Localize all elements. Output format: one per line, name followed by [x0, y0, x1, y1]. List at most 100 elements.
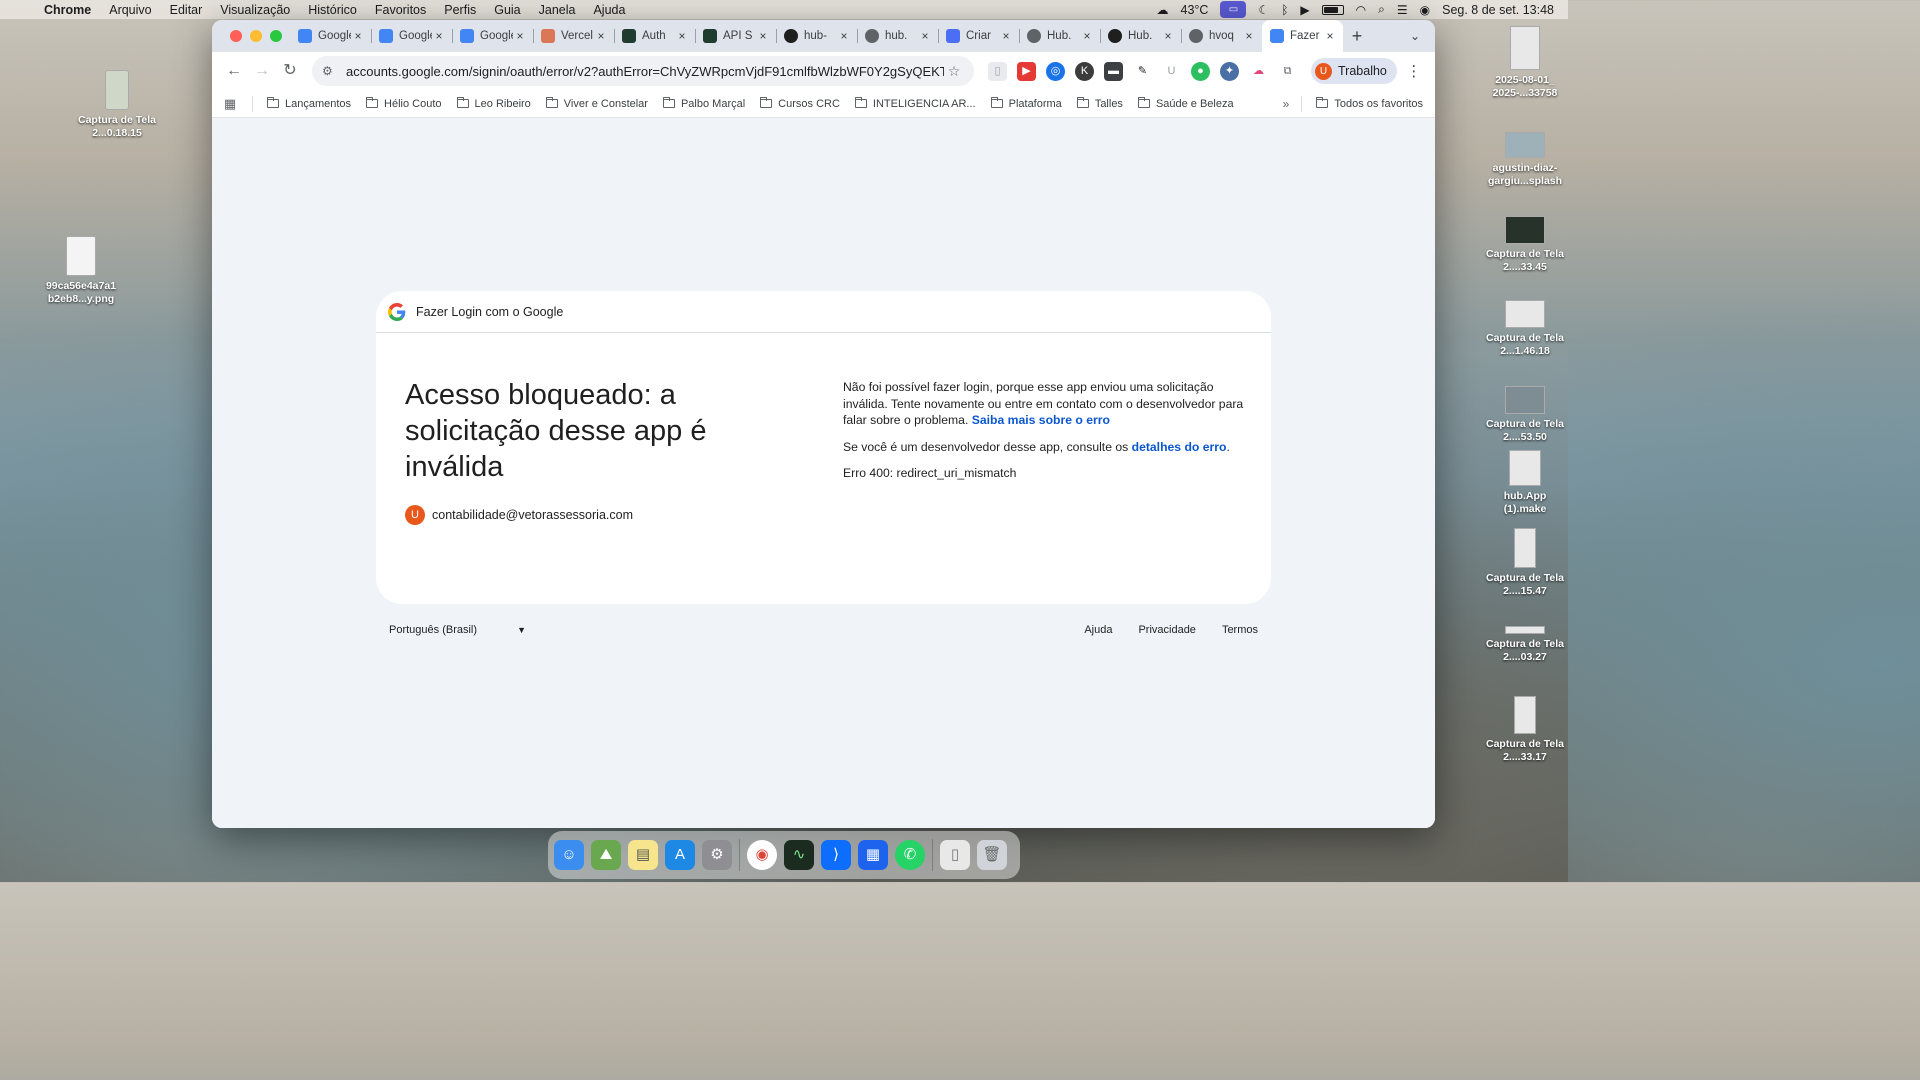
bookmark-star-icon[interactable]: ☆: [944, 63, 964, 80]
bookmark-folder[interactable]: Plataforma: [990, 97, 1062, 110]
close-tab-icon[interactable]: ×: [1080, 29, 1094, 43]
activity-monitor-icon[interactable]: ∿: [784, 840, 814, 870]
bookmark-folder[interactable]: Viver e Constelar: [545, 97, 648, 110]
desktop-file[interactable]: Captura de Tela 2....15.47: [1482, 528, 1568, 598]
bookmark-folder[interactable]: Leo Ribeiro: [456, 97, 531, 110]
extension-u-icon[interactable]: U: [1162, 61, 1181, 81]
back-button[interactable]: ←: [220, 57, 248, 85]
close-tab-icon[interactable]: ×: [1323, 29, 1337, 43]
footer-link-help[interactable]: Ajuda: [1084, 624, 1112, 636]
site-info-icon[interactable]: ⚙: [322, 64, 338, 78]
browser-tab[interactable]: API S ×: [695, 20, 776, 52]
close-tab-icon[interactable]: ×: [1242, 29, 1256, 43]
wifi-icon[interactable]: ◠: [1356, 3, 1366, 17]
footer-link-privacy[interactable]: Privacidade: [1138, 624, 1195, 636]
extension-terminal-icon[interactable]: ▬: [1104, 61, 1123, 81]
browser-tab[interactable]: hub. ×: [857, 20, 938, 52]
forward-button[interactable]: →: [248, 57, 276, 85]
error-details-link[interactable]: detalhes do erro: [1132, 440, 1227, 454]
minimize-window-button[interactable]: [250, 30, 262, 42]
browser-tab[interactable]: Criar ×: [938, 20, 1019, 52]
browser-tab[interactable]: Fazer ×: [1262, 20, 1343, 52]
all-bookmarks-button[interactable]: Todos os favoritos: [1316, 97, 1423, 110]
bluetooth-icon[interactable]: ᛒ: [1281, 3, 1288, 17]
browser-tab[interactable]: Hub. ×: [1019, 20, 1100, 52]
new-tab-button[interactable]: +: [1343, 26, 1371, 47]
trash-icon[interactable]: 🗑: [977, 840, 1007, 870]
desktop-file[interactable]: Captura de Tela 2....33.17: [1482, 696, 1568, 764]
stage-manager-icon[interactable]: ▭: [1220, 1, 1247, 18]
browser-tab[interactable]: Hub. ×: [1100, 20, 1181, 52]
whatsapp-icon[interactable]: ✆: [895, 840, 925, 870]
close-window-button[interactable]: [230, 30, 242, 42]
desktop-file[interactable]: Captura de Tela 2...0.18.15: [74, 70, 160, 140]
menu-ajuda[interactable]: Ajuda: [584, 3, 634, 17]
menu-favoritos[interactable]: Favoritos: [366, 3, 435, 17]
url-text[interactable]: accounts.google.com/signin/oauth/error/v…: [346, 64, 944, 79]
account-chip[interactable]: U contabilidade@vetorassessoria.com: [405, 505, 765, 525]
desktop-file[interactable]: Captura de Tela 2....33.45: [1482, 216, 1568, 274]
browser-tab[interactable]: Google×: [452, 20, 533, 52]
profile-button[interactable]: U Trabalho: [1311, 58, 1397, 84]
document-stack-icon[interactable]: ▯: [940, 840, 970, 870]
desktop-file[interactable]: Captura de Tela 2....53.50: [1482, 386, 1568, 444]
desktop-file[interactable]: Captura de Tela 2...1.46.18: [1482, 300, 1568, 358]
zoom-window-button[interactable]: [270, 30, 282, 42]
control-center-icon[interactable]: ☰: [1397, 3, 1408, 17]
browser-tab[interactable]: Google×: [371, 20, 452, 52]
desktop-file[interactable]: 2025-08-01_ 2025-...33758: [1482, 26, 1568, 100]
menu-editar[interactable]: Editar: [161, 3, 212, 17]
clock[interactable]: Seg. 8 de set. 13:48: [1442, 3, 1554, 17]
extension-youtube-icon[interactable]: ▶: [1017, 61, 1036, 81]
temperature[interactable]: 43°C: [1181, 3, 1209, 17]
bookmark-folder[interactable]: Cursos CRC: [760, 97, 840, 110]
language-select[interactable]: Português (Brasil) ▼: [376, 624, 526, 636]
close-tab-icon[interactable]: ×: [594, 29, 608, 43]
more-bookmarks-icon[interactable]: »: [1283, 97, 1290, 111]
browser-tab[interactable]: Google×: [290, 20, 371, 52]
apps-grid-icon[interactable]: ▦: [220, 96, 240, 112]
browser-tab[interactable]: Auth ×: [614, 20, 695, 52]
desktop-file[interactable]: 99ca56e4a7a1 b2eb8...y.png: [38, 236, 124, 306]
menu-historico[interactable]: Histórico: [299, 3, 366, 17]
learn-more-link[interactable]: Saiba mais sobre o erro: [972, 413, 1110, 427]
close-tab-icon[interactable]: ×: [918, 29, 932, 43]
bookmark-folder[interactable]: Lançamentos: [267, 97, 351, 110]
reload-button[interactable]: ↻: [276, 57, 304, 85]
play-icon[interactable]: ▶: [1300, 3, 1309, 17]
bookmark-folder[interactable]: INTELIGENCIA AR...: [854, 97, 976, 110]
menu-visualizacao[interactable]: Visualização: [211, 3, 299, 17]
system-settings-icon[interactable]: ⚙: [702, 840, 732, 870]
app-store-icon[interactable]: A: [665, 840, 695, 870]
desktop-file[interactable]: agustin-diaz- gargiu...splash: [1482, 132, 1568, 188]
bookmark-folder[interactable]: Palbo Marçal: [662, 97, 745, 110]
menu-arquivo[interactable]: Arquivo: [100, 3, 160, 17]
extension-k-icon[interactable]: K: [1075, 61, 1094, 81]
browser-tab[interactable]: Vercel ×: [533, 20, 614, 52]
docker-icon[interactable]: ▦: [858, 840, 888, 870]
weather-icon[interactable]: ☁: [1157, 3, 1169, 17]
focus-moon-icon[interactable]: ☾: [1258, 3, 1269, 17]
address-bar[interactable]: ⚙ accounts.google.com/signin/oauth/error…: [312, 56, 974, 86]
menu-guia[interactable]: Guia: [485, 3, 529, 17]
vscode-icon[interactable]: ⟩: [821, 840, 851, 870]
close-tab-icon[interactable]: ×: [513, 29, 527, 43]
bookmark-folder[interactable]: Saúde e Beleza: [1137, 97, 1234, 110]
menu-app-name[interactable]: Chrome: [44, 3, 100, 17]
bookmark-folder[interactable]: Hélio Couto: [366, 97, 442, 110]
browser-tab[interactable]: hub- ×: [776, 20, 857, 52]
siri-icon[interactable]: ◉: [1420, 3, 1430, 17]
battery-icon[interactable]: [1321, 4, 1344, 15]
extension-compass-icon[interactable]: ✦: [1220, 61, 1239, 81]
finder-icon[interactable]: ☺: [554, 840, 584, 870]
extension-puzzle-icon[interactable]: ▯: [988, 61, 1007, 81]
menu-perfis[interactable]: Perfis: [435, 3, 485, 17]
browser-tab[interactable]: hvoq ×: [1181, 20, 1262, 52]
desktop-file[interactable]: Captura de Tela 2....03.27: [1482, 626, 1568, 664]
extension-cloud-icon[interactable]: ☁: [1249, 61, 1268, 81]
tab-search-icon[interactable]: ⌄: [1405, 26, 1425, 46]
close-tab-icon[interactable]: ×: [756, 29, 770, 43]
footer-link-terms[interactable]: Termos: [1222, 624, 1258, 636]
photos-app-icon[interactable]: ⛰: [591, 840, 621, 870]
close-tab-icon[interactable]: ×: [1161, 29, 1175, 43]
